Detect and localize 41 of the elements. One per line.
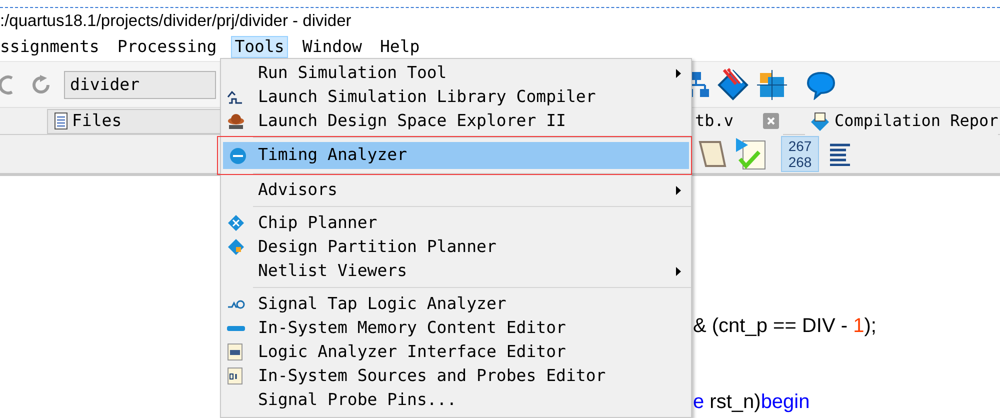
binary-document-icon <box>227 367 243 385</box>
code-line: & (cnt_p == DIV - 1); <box>693 314 878 339</box>
scroll-icon[interactable] <box>697 138 727 170</box>
menu-item[interactable]: Netlist Viewers <box>221 259 691 283</box>
menu-item[interactable]: Window <box>298 36 366 58</box>
menu-item[interactable]: ssignments <box>0 36 104 58</box>
menu-item[interactable]: Help <box>376 36 424 58</box>
programmer-icon[interactable] <box>716 68 750 102</box>
menu-item[interactable]: Processing <box>113 36 221 58</box>
align-icon[interactable] <box>829 142 851 166</box>
undo-icon[interactable] <box>0 74 14 94</box>
menu-item[interactable]: In-System Sources and Probes Editor <box>221 364 691 388</box>
menu-item[interactable]: Run Simulation Tool <box>221 61 691 85</box>
chat-icon[interactable] <box>806 70 836 100</box>
memory-bar-icon <box>227 326 245 330</box>
menu-item[interactable]: In-System Memory Content Editor <box>221 316 691 340</box>
probe-icon <box>227 300 245 308</box>
menu-item[interactable]: Launch Simulation Library Compiler <box>221 85 691 109</box>
project-combo[interactable]: divider <box>64 70 216 98</box>
menu-item[interactable]: Tools <box>230 36 288 58</box>
menu-item[interactable]: Advisors <box>221 178 691 202</box>
line-number-button[interactable]: 267 268 <box>781 136 819 172</box>
menu-item[interactable]: Timing Analyzer <box>223 142 689 169</box>
code-line: e rst_n)begin <box>693 390 811 415</box>
chip-diamond-icon <box>227 214 245 232</box>
chip-icon[interactable] <box>756 68 788 100</box>
window-title: :/quartus18.1/projects/divider/prj/divider - divider <box>0 12 352 30</box>
close-icon[interactable] <box>762 113 779 129</box>
document-icon <box>54 112 68 130</box>
chip-document-icon <box>227 343 243 361</box>
menu-item[interactable]: Chip Planner <box>221 211 691 235</box>
menu-item[interactable]: Signal Probe Pins... <box>221 388 691 412</box>
run-check-icon[interactable] <box>735 137 767 171</box>
partition-diamond-icon <box>227 238 245 256</box>
waveform-icon <box>227 90 243 104</box>
files-label: Files <box>72 110 122 132</box>
menu-item[interactable]: Design Partition Planner <box>221 235 691 259</box>
menu-item[interactable]: Signal Tap Logic Analyzer <box>221 292 691 316</box>
report-icon <box>808 110 831 132</box>
menu-item[interactable]: Logic Analyzer Interface Editor <box>221 340 691 364</box>
redo-icon[interactable] <box>32 74 52 94</box>
